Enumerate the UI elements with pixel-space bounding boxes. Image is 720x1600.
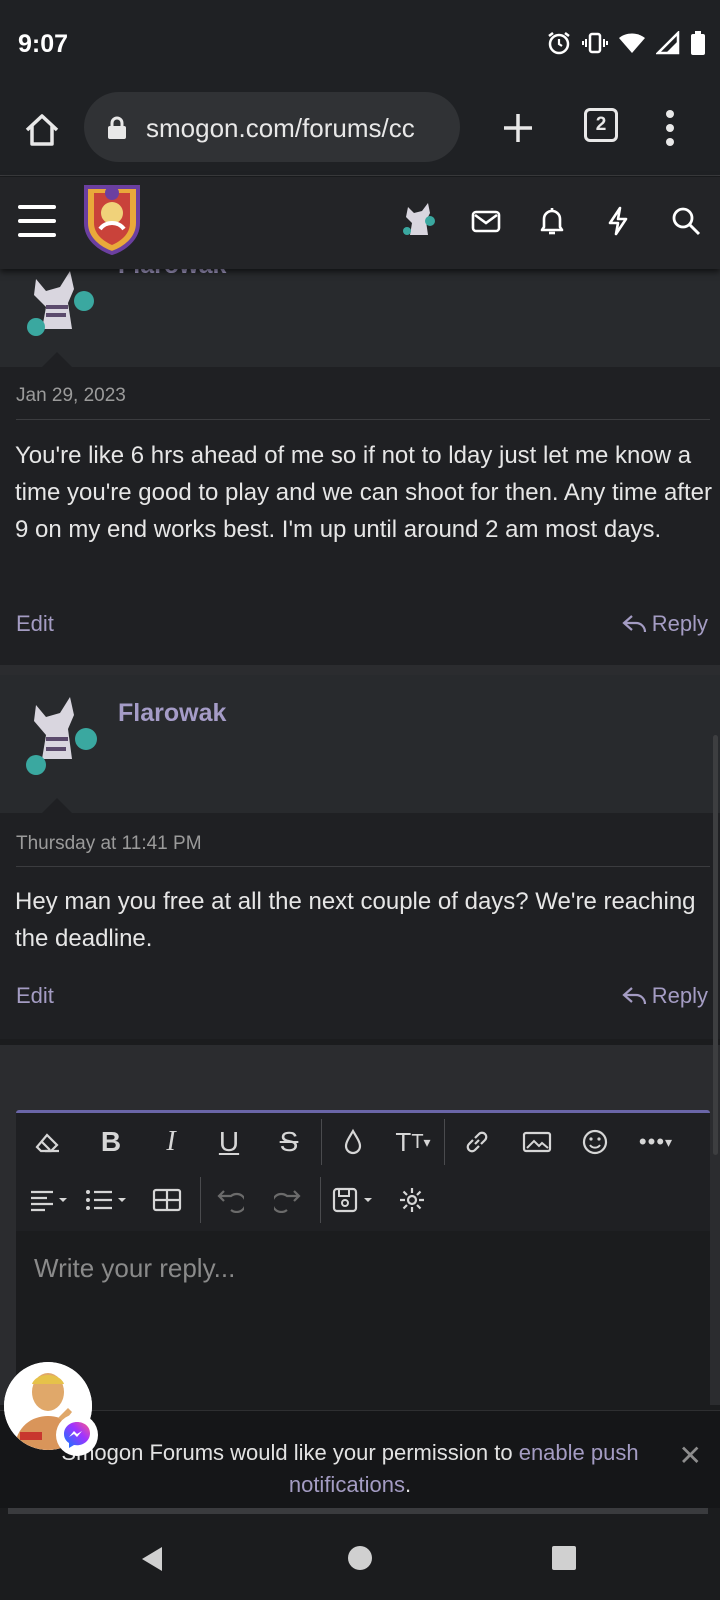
align-icon[interactable] [26, 1181, 72, 1219]
user-avatar[interactable] [16, 695, 102, 781]
more-options-icon[interactable] [660, 106, 680, 150]
bell-icon[interactable] [536, 205, 568, 237]
reply-icon [622, 987, 646, 1005]
lightning-icon[interactable] [602, 205, 634, 237]
search-icon[interactable] [670, 205, 702, 237]
reply-icon [622, 615, 646, 633]
quick-reply-section: B I U S T T ▾ ••• ▾ Write your reply... [0, 1045, 720, 1413]
status-bar: 9:07 [0, 0, 720, 88]
italic-icon[interactable]: I [156, 1123, 186, 1161]
post-message: You're like 6 hrs ahead of me so if not … [15, 442, 712, 543]
reply-button[interactable]: Reply [622, 611, 708, 637]
conversation-thread: Flarowak Jan 29, 2023 You're like 6 hrs … [0, 251, 720, 1039]
link-icon[interactable] [462, 1123, 492, 1161]
post-message: Hey man you free at all the next couple … [15, 888, 696, 952]
messenger-icon [56, 1414, 98, 1456]
user-avatar[interactable] [16, 257, 102, 343]
post-date[interactable]: Thursday at 11:41 PM [16, 833, 202, 855]
post-header: Flarowak [0, 675, 720, 813]
clear-formatting-icon[interactable] [30, 1123, 66, 1161]
more-options-icon[interactable]: ••• ▾ [632, 1123, 680, 1161]
post-date[interactable]: Jan 29, 2023 [16, 385, 126, 407]
system-navigation-bar [0, 1518, 720, 1600]
status-icons [546, 30, 706, 56]
strikethrough-icon[interactable]: S [274, 1123, 304, 1161]
settings-icon[interactable] [396, 1181, 428, 1219]
edit-link[interactable]: Edit [16, 983, 54, 1009]
back-icon[interactable] [138, 1544, 166, 1574]
table-icon[interactable] [150, 1181, 184, 1219]
forum-header [0, 177, 720, 269]
editor-toolbar-secondary [16, 1171, 710, 1229]
emoji-icon[interactable] [580, 1123, 610, 1161]
user-avatar[interactable] [400, 199, 436, 239]
reply-label: Reply [651, 611, 708, 636]
smogon-logo[interactable] [80, 183, 144, 255]
list-icon[interactable] [82, 1181, 132, 1219]
page-scrollbar[interactable] [713, 735, 718, 1155]
text-color-icon[interactable] [338, 1123, 368, 1161]
post-header: Flarowak [0, 251, 720, 367]
browser-toolbar: smogon.com/forums/cc 2 [0, 88, 720, 176]
home-button-icon[interactable] [346, 1544, 374, 1572]
alarm-icon [548, 32, 570, 55]
lock-icon [108, 116, 126, 139]
post-body: Thursday at 11:41 PM Hey man you free at… [0, 813, 720, 1039]
reply-button[interactable]: Reply [622, 983, 708, 1009]
tab-switcher-button[interactable]: 2 [584, 108, 618, 142]
reply-placeholder: Write your reply... [34, 1253, 236, 1283]
recents-icon[interactable] [550, 1544, 578, 1572]
reply-label: Reply [651, 983, 708, 1008]
new-tab-icon[interactable] [496, 106, 540, 150]
status-time: 9:07 [18, 30, 69, 58]
font-size-icon[interactable]: T T ▾ [388, 1123, 438, 1161]
underline-icon[interactable]: U [214, 1123, 244, 1161]
image-icon[interactable] [520, 1123, 554, 1161]
battery-icon [691, 31, 705, 55]
vibrate-icon [582, 32, 608, 54]
close-icon[interactable]: ✕ [679, 1439, 702, 1472]
reply-textarea[interactable]: Write your reply... [16, 1231, 710, 1413]
undo-icon[interactable] [214, 1181, 246, 1219]
push-notification-text: Smogon Forums would like your permission… [61, 1440, 639, 1497]
rich-text-editor: B I U S T T ▾ ••• ▾ Write your reply... [16, 1110, 710, 1413]
save-draft-icon[interactable] [330, 1181, 380, 1219]
edit-link[interactable]: Edit [16, 611, 54, 637]
post-body: Jan 29, 2023 You're like 6 hrs ahead of … [0, 367, 720, 665]
editor-toolbar: B I U S T T ▾ ••• ▾ [16, 1113, 710, 1171]
bold-icon[interactable]: B [96, 1123, 126, 1161]
redo-icon[interactable] [272, 1181, 304, 1219]
home-icon[interactable] [22, 108, 62, 152]
signal-icon [656, 31, 680, 55]
url-text: smogon.com/forums/cc [146, 113, 415, 143]
menu-icon[interactable] [18, 205, 56, 237]
wifi-icon [619, 33, 645, 53]
post-username[interactable]: Flarowak [118, 699, 226, 728]
push-notification-banner: Smogon Forums would like your permission… [0, 1410, 720, 1508]
envelope-icon[interactable] [470, 205, 502, 237]
address-bar[interactable]: smogon.com/forums/cc [84, 92, 460, 162]
